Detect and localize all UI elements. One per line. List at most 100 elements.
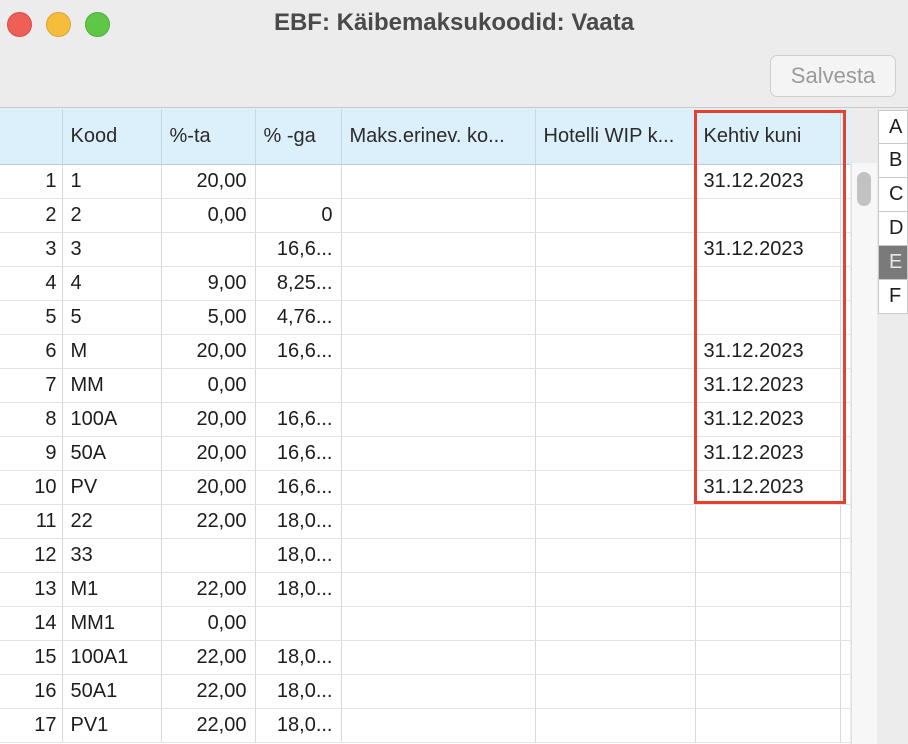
extra-cell[interactable] <box>840 436 850 471</box>
code-cell[interactable]: 50A <box>62 436 162 471</box>
table-row[interactable]: 15 100A1 22,00 18,0... <box>0 640 850 675</box>
valid-until-cell[interactable] <box>695 504 841 539</box>
code-cell[interactable]: 33 <box>62 538 162 573</box>
hotel-wip-cell[interactable] <box>535 334 696 369</box>
code-cell[interactable]: M <box>62 334 162 369</box>
pct-with-cell[interactable] <box>255 606 342 641</box>
hotel-wip-cell[interactable] <box>535 198 696 233</box>
valid-until-cell[interactable] <box>695 198 841 233</box>
pct-with-cell[interactable]: 18,0... <box>255 504 342 539</box>
code-cell[interactable]: 5 <box>62 300 162 335</box>
hotel-wip-cell[interactable] <box>535 470 696 505</box>
scrollbar-thumb[interactable] <box>857 172 871 206</box>
index-letter-f[interactable]: F <box>878 280 908 314</box>
hotel-wip-cell[interactable] <box>535 538 696 573</box>
index-letter-b[interactable]: B <box>878 144 908 178</box>
hotel-wip-cell[interactable] <box>535 708 696 743</box>
hotel-wip-cell[interactable] <box>535 266 696 301</box>
valid-until-cell[interactable]: 31.12.2023 <box>695 436 841 471</box>
extra-cell[interactable] <box>840 708 850 743</box>
code-cell[interactable]: 4 <box>62 266 162 301</box>
code-cell[interactable]: MM1 <box>62 606 162 641</box>
pct-with-cell[interactable]: 4,76... <box>255 300 342 335</box>
table-row[interactable]: 16 50A1 22,00 18,0... <box>0 674 850 709</box>
hotel-wip-cell[interactable] <box>535 232 696 267</box>
extra-cell[interactable] <box>840 572 850 607</box>
extra-cell[interactable] <box>840 164 850 199</box>
extra-cell[interactable] <box>840 334 850 369</box>
table-row[interactable]: 11 22 22,00 18,0... <box>0 504 850 539</box>
valid-until-cell[interactable]: 31.12.2023 <box>695 232 841 267</box>
extra-cell[interactable] <box>840 640 850 675</box>
valid-until-cell[interactable]: 31.12.2023 <box>695 368 841 403</box>
hotel-wip-cell[interactable] <box>535 436 696 471</box>
valid-until-cell[interactable] <box>695 708 841 743</box>
tax-diff-cell[interactable] <box>341 300 536 335</box>
hotel-wip-cell[interactable] <box>535 368 696 403</box>
table-row[interactable]: 13 M1 22,00 18,0... <box>0 572 850 607</box>
save-button[interactable]: Salvesta <box>770 55 896 97</box>
pct-without-cell[interactable] <box>161 538 256 573</box>
pct-with-cell[interactable] <box>255 368 342 403</box>
extra-cell[interactable] <box>840 470 850 505</box>
tax-diff-cell[interactable] <box>341 198 536 233</box>
valid-until-cell[interactable]: 31.12.2023 <box>695 334 841 369</box>
pct-without-cell[interactable]: 22,00 <box>161 674 256 709</box>
pct-with-cell[interactable]: 16,6... <box>255 334 342 369</box>
column-header-extra[interactable] <box>840 109 850 165</box>
table-row[interactable]: 1 1 20,00 31.12.2023 <box>0 164 850 199</box>
extra-cell[interactable] <box>840 538 850 573</box>
tax-diff-cell[interactable] <box>341 402 536 437</box>
valid-until-cell[interactable] <box>695 266 841 301</box>
pct-with-cell[interactable]: 8,25... <box>255 266 342 301</box>
valid-until-cell[interactable] <box>695 300 841 335</box>
hotel-wip-cell[interactable] <box>535 402 696 437</box>
code-cell[interactable]: 2 <box>62 198 162 233</box>
tax-diff-cell[interactable] <box>341 334 536 369</box>
valid-until-cell[interactable]: 31.12.2023 <box>695 470 841 505</box>
extra-cell[interactable] <box>840 232 850 267</box>
hotel-wip-cell[interactable] <box>535 606 696 641</box>
tax-diff-cell[interactable] <box>341 266 536 301</box>
pct-with-cell[interactable]: 18,0... <box>255 572 342 607</box>
vertical-scrollbar[interactable] <box>851 163 877 744</box>
column-header-pct-with[interactable]: % -ga <box>255 109 342 165</box>
table-row[interactable]: 4 4 9,00 8,25... <box>0 266 850 301</box>
pct-without-cell[interactable]: 20,00 <box>161 402 256 437</box>
code-cell[interactable]: MM <box>62 368 162 403</box>
extra-cell[interactable] <box>840 674 850 709</box>
code-cell[interactable]: 3 <box>62 232 162 267</box>
hotel-wip-cell[interactable] <box>535 572 696 607</box>
valid-until-cell[interactable] <box>695 572 841 607</box>
hotel-wip-cell[interactable] <box>535 674 696 709</box>
tax-diff-cell[interactable] <box>341 538 536 573</box>
valid-until-cell[interactable] <box>695 538 841 573</box>
valid-until-cell[interactable]: 31.12.2023 <box>695 402 841 437</box>
pct-with-cell[interactable]: 18,0... <box>255 640 342 675</box>
extra-cell[interactable] <box>840 504 850 539</box>
hotel-wip-cell[interactable] <box>535 640 696 675</box>
code-cell[interactable]: 22 <box>62 504 162 539</box>
code-cell[interactable]: M1 <box>62 572 162 607</box>
table-row[interactable]: 2 2 0,00 0 <box>0 198 850 233</box>
index-letter-d[interactable]: D <box>878 212 908 246</box>
valid-until-cell[interactable] <box>695 606 841 641</box>
tax-diff-cell[interactable] <box>341 572 536 607</box>
hotel-wip-cell[interactable] <box>535 164 696 199</box>
pct-with-cell[interactable]: 16,6... <box>255 436 342 471</box>
tax-diff-cell[interactable] <box>341 504 536 539</box>
code-cell[interactable]: 50A1 <box>62 674 162 709</box>
extra-cell[interactable] <box>840 402 850 437</box>
pct-without-cell[interactable]: 22,00 <box>161 708 256 743</box>
hotel-wip-cell[interactable] <box>535 300 696 335</box>
table-row[interactable]: 17 PV1 22,00 18,0... <box>0 708 850 743</box>
tax-diff-cell[interactable] <box>341 368 536 403</box>
pct-without-cell[interactable]: 0,00 <box>161 368 256 403</box>
valid-until-cell[interactable]: 31.12.2023 <box>695 164 841 199</box>
tax-diff-cell[interactable] <box>341 232 536 267</box>
pct-with-cell[interactable]: 18,0... <box>255 538 342 573</box>
tax-diff-cell[interactable] <box>341 164 536 199</box>
tax-diff-cell[interactable] <box>341 436 536 471</box>
pct-with-cell[interactable]: 18,0... <box>255 674 342 709</box>
table-row[interactable]: 10 PV 20,00 16,6... 31.12.2023 <box>0 470 850 505</box>
